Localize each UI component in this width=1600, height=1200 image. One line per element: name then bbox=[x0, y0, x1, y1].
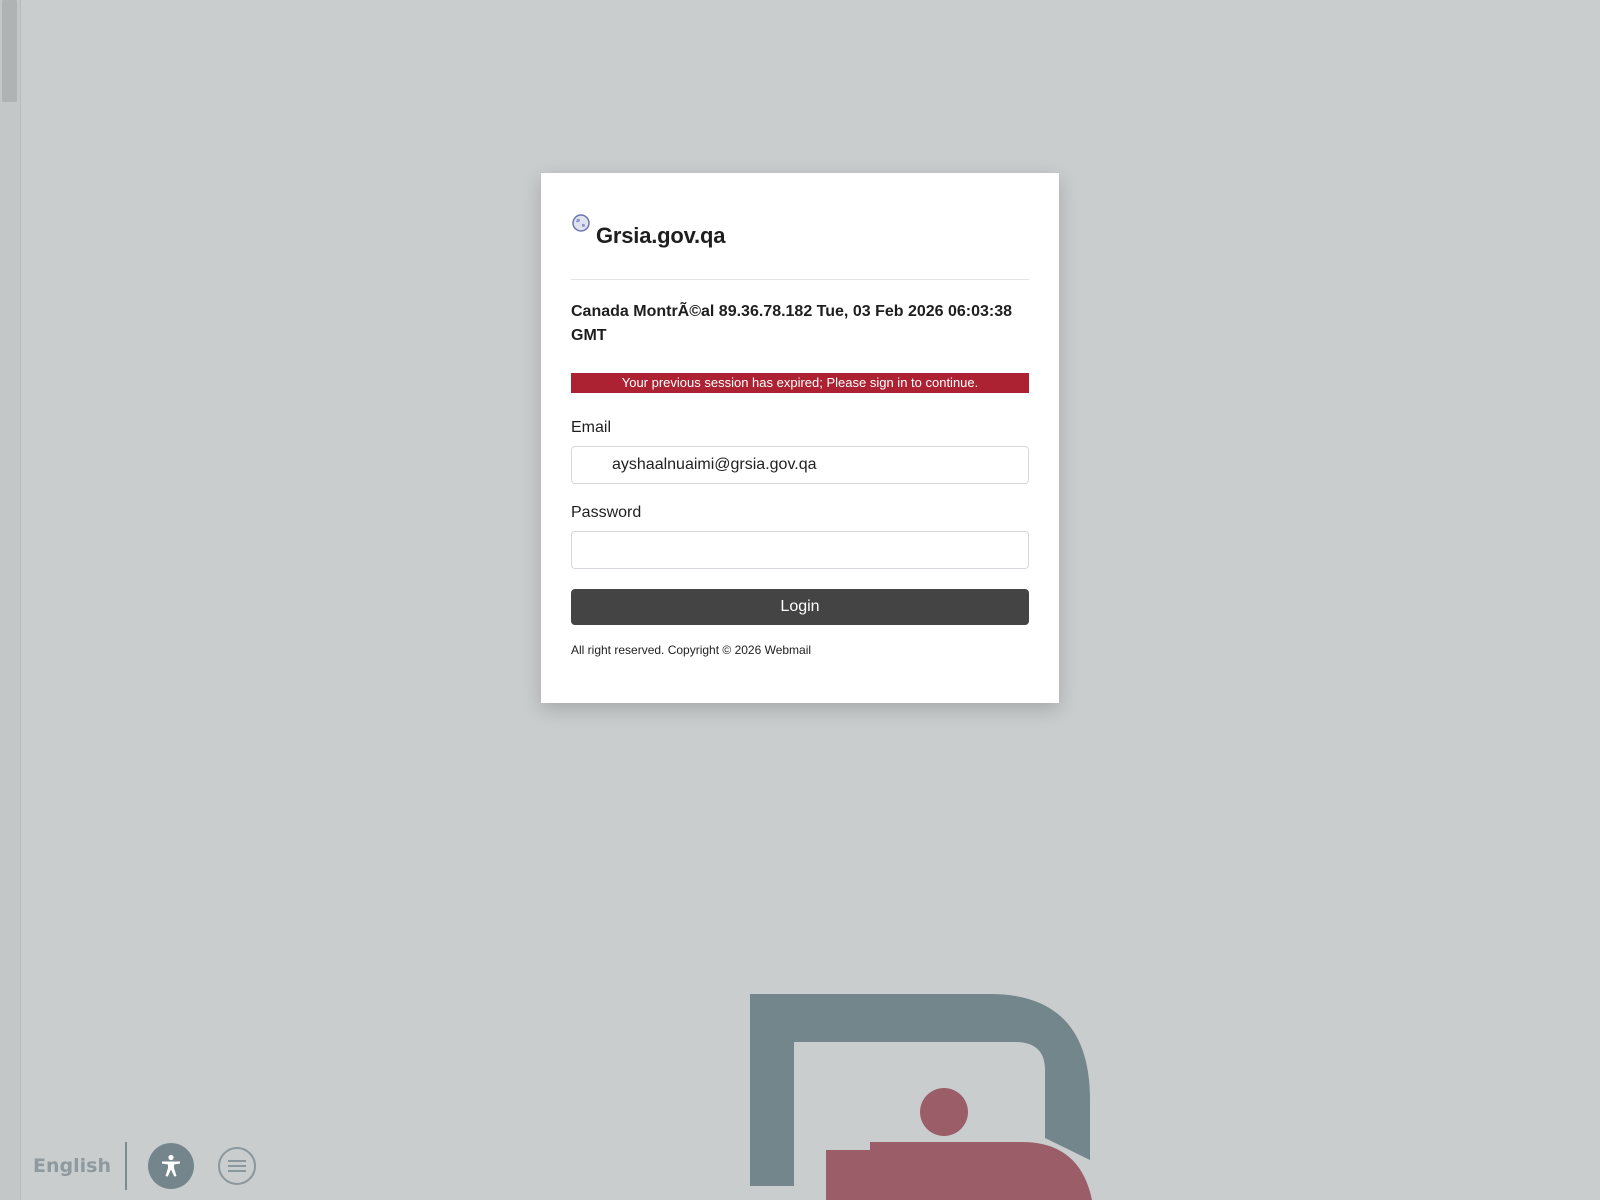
menu-icon bbox=[227, 1160, 246, 1172]
bottom-toolbar: English bbox=[33, 1141, 256, 1191]
menu-button[interactable] bbox=[217, 1147, 256, 1185]
location-info: Canada MontrÃ©al 89.36.78.182 Tue, 03 Fe… bbox=[571, 303, 1013, 344]
site-title: Grsia.gov.qa bbox=[596, 223, 726, 248]
email-label: Email bbox=[571, 419, 612, 436]
accessibility-icon bbox=[161, 1154, 180, 1177]
scrollbar[interactable] bbox=[0, 0, 21, 1200]
copyright-text: All right reserved. Copyright © 2026 Web… bbox=[571, 643, 812, 657]
watermark-logo bbox=[750, 994, 1092, 1200]
email-field[interactable] bbox=[571, 446, 1029, 484]
session-expired-alert: Your previous session has expired; Pleas… bbox=[571, 373, 1029, 393]
brand-header: Grsia.gov.qa bbox=[571, 173, 1029, 280]
scrollbar-thumb[interactable] bbox=[2, 0, 17, 102]
password-field[interactable] bbox=[571, 531, 1029, 569]
accessibility-button[interactable] bbox=[147, 1143, 194, 1189]
password-label: Password bbox=[571, 504, 642, 521]
login-card: Grsia.gov.qa Canada MontrÃ©al 89.36.78.1… bbox=[541, 173, 1059, 703]
language-switch[interactable]: English bbox=[33, 1142, 127, 1190]
login-button[interactable]: Login bbox=[571, 589, 1029, 625]
globe-icon bbox=[572, 214, 590, 232]
